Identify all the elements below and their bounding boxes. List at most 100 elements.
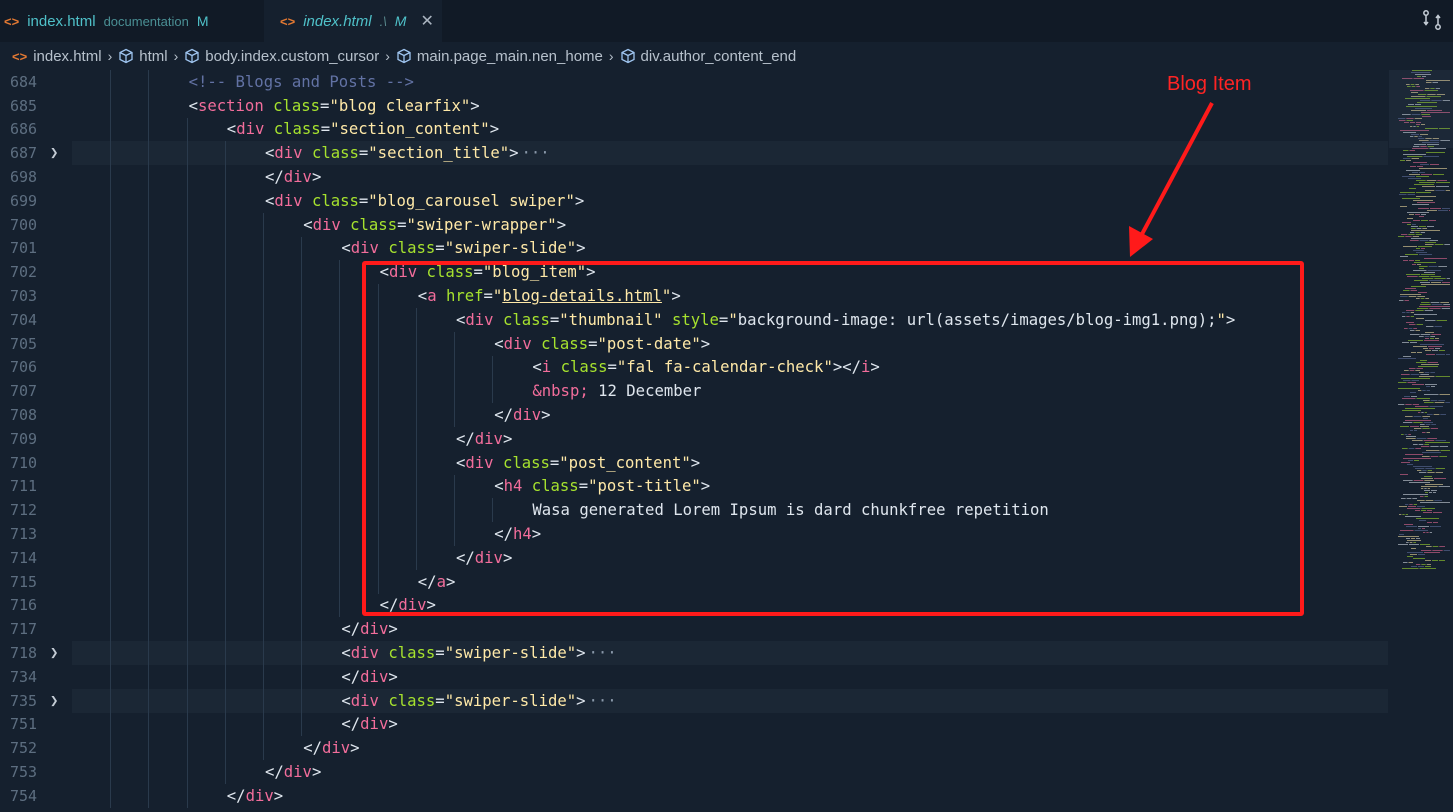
gutter-line[interactable]: 703 xyxy=(0,284,72,308)
gutter-line[interactable]: 712 xyxy=(0,498,72,522)
line-number: 698 xyxy=(10,168,38,187)
code-line[interactable]: </div > xyxy=(72,736,1388,760)
indent-guide xyxy=(224,522,226,546)
code-token-ellipsis[interactable]: ··· xyxy=(589,644,617,662)
gutter-line[interactable]: 705 xyxy=(0,332,72,356)
breadcrumb-item[interactable]: html xyxy=(118,48,168,65)
breadcrumb-item[interactable]: <> index.html xyxy=(0,48,102,65)
indent-guide xyxy=(186,569,188,594)
gutter-line[interactable]: 684 xyxy=(0,70,72,94)
gutter-line[interactable]: 752 xyxy=(0,736,72,760)
gutter-line[interactable]: 706 xyxy=(0,356,72,380)
gutter-line[interactable]: 751 xyxy=(0,713,72,737)
indent-guide xyxy=(148,546,150,570)
minimap[interactable] xyxy=(1388,70,1453,812)
code-line[interactable]: < div class = "swiper-slide" > xyxy=(72,237,1388,261)
gutter-line[interactable]: 715 xyxy=(0,570,72,594)
code-line[interactable]: </div > xyxy=(72,760,1388,784)
code-token-tag: section xyxy=(197,96,264,115)
minimap-stroke xyxy=(1409,368,1416,369)
code-line[interactable]: < div class = "swiper-slide" > ··· xyxy=(72,641,1388,665)
indent-guide xyxy=(224,236,226,261)
code-line[interactable]: < div class = "swiper-slide" > ··· xyxy=(72,688,1388,713)
minimap-stroke xyxy=(1411,352,1416,353)
gutter-line[interactable]: 717 xyxy=(0,617,72,641)
minimap-stroke xyxy=(1412,172,1418,173)
gutter-line[interactable]: 735 ❯ xyxy=(0,689,72,713)
breadcrumb-item[interactable]: div.author_content_end xyxy=(620,48,796,65)
minimap-stroke xyxy=(1408,296,1417,297)
code-line[interactable]: < section class = "blog clearfix" > xyxy=(72,94,1388,118)
gutter-line[interactable]: 708 xyxy=(0,403,72,427)
indent-guide xyxy=(301,498,303,523)
code-token-ellipsis[interactable]: ··· xyxy=(522,144,550,162)
indent-guide xyxy=(224,569,226,594)
git-compare-icon[interactable] xyxy=(1421,9,1443,31)
indent-guide xyxy=(301,260,303,285)
code-token-tag: div xyxy=(312,215,341,234)
indent-guide xyxy=(148,522,150,546)
minimap-stroke xyxy=(1429,308,1441,309)
code-line[interactable]: < div class = "section_title" > ··· xyxy=(72,141,1388,166)
gutter-line[interactable]: 700 xyxy=(0,213,72,237)
gutter-line[interactable]: 753 xyxy=(0,760,72,784)
code-token-ellipsis[interactable]: ··· xyxy=(589,692,617,710)
tab-description: documentation xyxy=(103,13,189,29)
tab-index-active[interactable]: <> index.html .\ M ✕ xyxy=(264,0,442,42)
chevron-right-icon[interactable]: ❯ xyxy=(50,145,58,161)
code-token-punct: </ xyxy=(341,667,361,686)
gutter-line[interactable]: 713 xyxy=(0,522,72,546)
gutter-line[interactable]: 714 xyxy=(0,546,72,570)
minimap-stroke xyxy=(1398,236,1405,237)
breadcrumb-item[interactable]: body.index.custom_cursor xyxy=(184,48,379,65)
code-line[interactable]: </div > xyxy=(72,617,1388,641)
minimap-stroke xyxy=(1421,446,1430,447)
gutter-line[interactable]: 754 xyxy=(0,784,72,808)
gutter-line[interactable]: 685 xyxy=(0,94,72,118)
code-line[interactable]: </div > xyxy=(72,784,1388,808)
gutter-line[interactable]: 709 xyxy=(0,427,72,451)
code-line[interactable]: < div class = "blog_carousel swiper" > xyxy=(72,189,1388,213)
gutter-line[interactable]: 707 xyxy=(0,379,72,403)
code-line[interactable]: </div > xyxy=(72,713,1388,737)
chevron-right-icon[interactable]: ❯ xyxy=(50,693,58,709)
tab-index-documentation[interactable]: <> index.html documentation M xyxy=(0,0,264,42)
minimap-stroke xyxy=(1411,566,1417,567)
gutter-line[interactable]: 698 xyxy=(0,165,72,189)
minimap-stroke xyxy=(1402,176,1415,177)
minimap-stroke xyxy=(1422,428,1430,429)
minimap-slider[interactable] xyxy=(1389,70,1453,148)
minimap-stroke xyxy=(1400,206,1407,207)
code-token-punct: > xyxy=(273,786,284,805)
minimap-stroke xyxy=(1421,486,1438,487)
gutter-line[interactable]: 718 ❯ xyxy=(0,641,72,665)
gutter-line[interactable]: 686 xyxy=(0,118,72,142)
chevron-right-icon[interactable]: ❯ xyxy=(50,645,58,661)
indent-guide xyxy=(224,141,226,166)
gutter-line[interactable]: 701 xyxy=(0,237,72,261)
minimap-stroke xyxy=(1424,488,1427,489)
close-icon[interactable]: ✕ xyxy=(420,11,433,31)
code-token-tag: div xyxy=(274,144,303,163)
minimap-stroke xyxy=(1424,552,1440,553)
minimap-stroke xyxy=(1400,530,1414,531)
code-line[interactable]: < div class = "swiper-wrapper" > xyxy=(72,213,1388,237)
gutter-line[interactable]: 711 xyxy=(0,475,72,499)
gutter-line[interactable]: 702 xyxy=(0,260,72,284)
breadcrumb-item[interactable]: main.page_main.nen_home xyxy=(396,48,603,65)
code-line[interactable]: < div class = "section_content" > xyxy=(72,118,1388,142)
minimap-stroke xyxy=(1418,292,1427,293)
gutter-line[interactable]: 710 xyxy=(0,451,72,475)
code-token-attr: class xyxy=(388,691,436,710)
gutter-line[interactable]: 687 ❯ xyxy=(0,141,72,165)
indent-guide xyxy=(148,141,150,166)
minimap-stroke xyxy=(1408,562,1413,563)
code-line[interactable]: </div > xyxy=(72,665,1388,689)
gutter-line[interactable]: 704 xyxy=(0,308,72,332)
minimap-stroke xyxy=(1425,442,1450,443)
gutter-line[interactable]: 699 xyxy=(0,189,72,213)
code-line[interactable]: </div > xyxy=(72,165,1388,189)
gutter-line[interactable]: 716 xyxy=(0,594,72,618)
gutter-line[interactable]: 734 xyxy=(0,665,72,689)
minimap-stroke xyxy=(1400,160,1405,161)
